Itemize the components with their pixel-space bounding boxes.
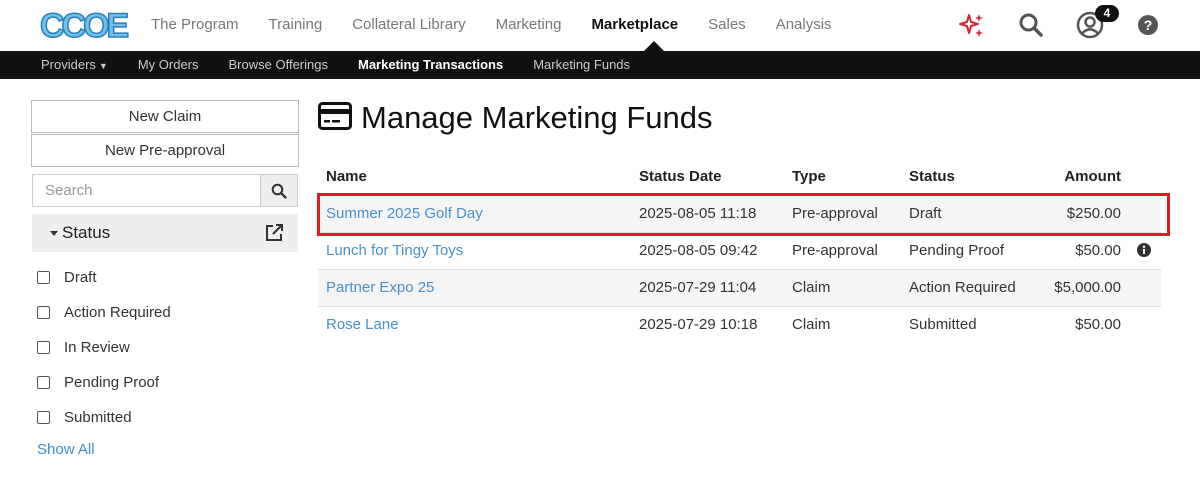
filter-label: Pending Proof [64,374,160,391]
table-row[interactable]: Summer 2025 Golf Day 2025-08-05 11:18 Pr… [318,194,1161,232]
table-row[interactable]: Rose Lane 2025-07-29 10:18 Claim Submitt… [318,305,1161,343]
filter-label: In Review [64,339,130,356]
nav-item-sales[interactable]: Sales [708,0,746,51]
external-link-icon[interactable] [264,223,284,248]
subnav-marketing-funds[interactable]: Marketing Funds [533,51,630,79]
status-filter-list: Draft Action Required In Review Pending … [37,260,299,435]
nav-item-collateral-library[interactable]: Collateral Library [352,0,465,51]
page-header: Manage Marketing Funds [318,98,713,138]
checkbox[interactable] [37,411,50,424]
top-navbar: CCOE The Program Training Collateral Lib… [0,0,1200,51]
row-status-date: 2025-07-29 10:18 [631,305,784,343]
info-icon[interactable] [1137,243,1151,262]
new-claim-button[interactable]: New Claim [31,100,299,133]
table-header-row: Name Status Date Type Status Amount [318,158,1161,195]
column-header-name[interactable]: Name [318,158,631,195]
nav-item-analysis[interactable]: Analysis [776,0,832,51]
row-status: Submitted [901,305,1031,343]
filter-label: Action Required [64,304,171,321]
filter-label: Draft [64,269,97,286]
column-header-amount[interactable]: Amount [1031,158,1161,195]
subnav-browse-offerings[interactable]: Browse Offerings [229,51,328,79]
chevron-down-icon: ▼ [98,61,108,71]
row-amount: $5,000.00 [1031,268,1161,306]
filter-draft[interactable]: Draft [37,260,299,295]
row-status-date: 2025-08-05 11:18 [631,194,784,232]
caret-down-icon [50,231,58,236]
sub-navbar: Providers ▼ My Orders Browse Offerings Ma… [0,51,1200,79]
filter-in-review[interactable]: In Review [37,330,299,365]
subnav-providers-label: Providers [41,57,96,72]
active-nav-indicator [644,41,664,51]
nav-item-marketing[interactable]: Marketing [496,0,562,51]
row-status: Pending Proof [901,231,1031,269]
row-name-link[interactable]: Rose Lane [318,305,631,343]
subnav-my-orders[interactable]: My Orders [138,51,199,79]
logo[interactable]: CCOE [39,6,130,46]
help-icon[interactable]: ? [1137,14,1159,41]
sidebar: New Claim New Pre-approval Status Draft … [31,100,299,458]
notification-badge[interactable]: 4 [1095,5,1119,22]
row-name-link[interactable]: Summer 2025 Golf Day [318,194,631,232]
column-header-status-date[interactable]: Status Date [631,158,784,195]
row-status: Action Required [901,268,1031,306]
search-button[interactable] [260,174,298,207]
svg-text:?: ? [1144,17,1153,33]
main-nav: The Program Training Collateral Library … [151,0,862,51]
logo-text: CCOE [39,6,130,46]
subnav-providers[interactable]: Providers ▼ [41,51,108,79]
search-icon [271,183,287,199]
checkbox[interactable] [37,306,50,319]
row-amount: $50.00 [1031,305,1161,343]
checkbox[interactable] [37,341,50,354]
page-title: Manage Marketing Funds [361,100,713,135]
sidebar-search [32,174,298,207]
row-type: Pre-approval [784,231,901,269]
table-row[interactable]: Lunch for Tingy Toys 2025-08-05 09:42 Pr… [318,231,1161,269]
row-type: Claim [784,305,901,343]
row-status-date: 2025-07-29 11:04 [631,268,784,306]
show-all-link[interactable]: Show All [37,441,299,458]
new-preapproval-button[interactable]: New Pre-approval [31,134,299,167]
nav-item-training[interactable]: Training [269,0,323,51]
column-header-type[interactable]: Type [784,158,901,195]
nav-item-marketplace[interactable]: Marketplace [591,0,678,51]
row-name-link[interactable]: Lunch for Tingy Toys [318,231,631,269]
status-filter-label: Status [62,223,111,242]
filter-action-required[interactable]: Action Required [37,295,299,330]
checkbox[interactable] [37,271,50,284]
row-amount: $250.00 [1031,194,1161,232]
nav-item-the-program[interactable]: The Program [151,0,239,51]
status-filter-header[interactable]: Status [32,214,298,252]
filter-pending-proof[interactable]: Pending Proof [37,365,299,400]
sparkle-icon[interactable] [958,12,986,45]
credit-card-icon [318,101,352,135]
row-status: Draft [901,194,1031,232]
table-row[interactable]: Partner Expo 25 2025-07-29 11:04 Claim A… [318,268,1161,306]
search-input[interactable] [32,174,260,207]
filter-label: Submitted [64,409,132,426]
subnav-marketing-transactions[interactable]: Marketing Transactions [358,51,503,79]
row-type: Pre-approval [784,194,901,232]
column-header-status[interactable]: Status [901,158,1031,195]
filter-submitted[interactable]: Submitted [37,400,299,435]
search-icon[interactable] [1018,12,1044,43]
checkbox[interactable] [37,376,50,389]
row-type: Claim [784,268,901,306]
row-status-date: 2025-08-05 09:42 [631,231,784,269]
funds-table: Name Status Date Type Status Amount Summ… [318,158,1161,343]
row-name-link[interactable]: Partner Expo 25 [318,268,631,306]
